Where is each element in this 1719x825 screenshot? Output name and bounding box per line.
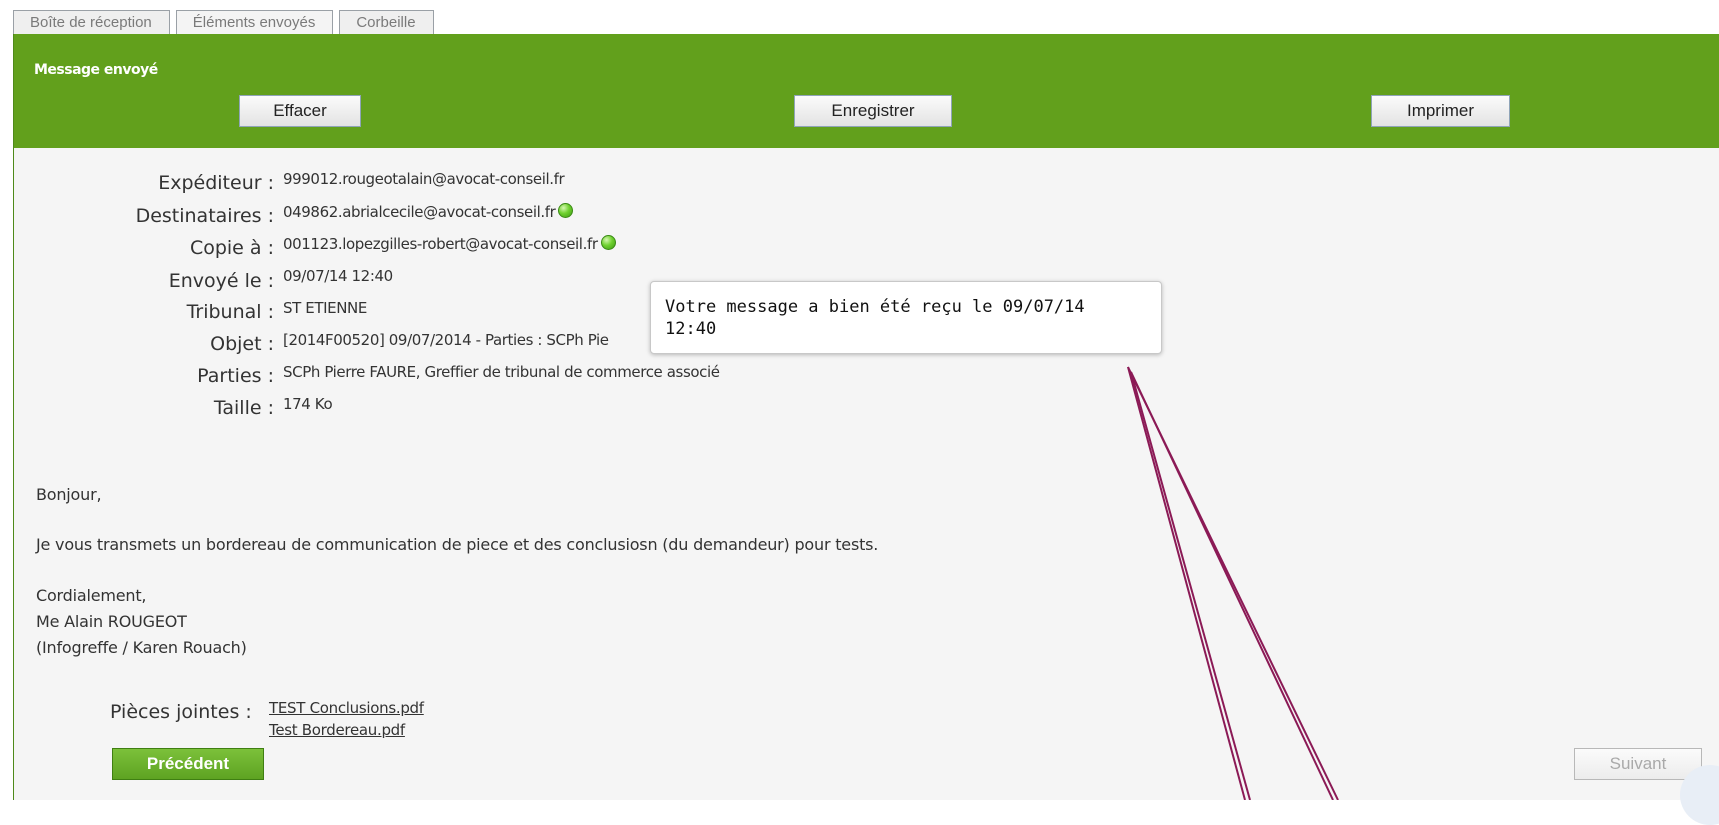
attachments-label: Pièces jointes : [110,701,252,723]
cc-value: 001123.lopezgilles-robert@avocat-conseil… [283,235,598,253]
parties-label: Parties : [197,365,274,387]
sent-label: Envoyé le : [168,270,274,292]
save-button[interactable]: Enregistrer [794,95,952,127]
sender-value: 999012.rougeotalain@avocat-conseil.fr [283,170,565,188]
received-tooltip: Votre message a bien été reçu le 09/07/1… [650,281,1162,354]
received-status-icon[interactable] [600,235,616,250]
body-signature-name: Me Alain ROUGEOT [36,612,187,631]
print-button[interactable]: Imprimer [1371,95,1510,127]
delete-button[interactable]: Effacer [239,95,361,127]
sender-label: Expéditeur : [158,172,274,194]
folder-tabs: Boîte de réception Éléments envoyés Corb… [13,10,434,34]
size-label: Taille : [213,397,274,419]
attachment-link[interactable]: TEST Conclusions.pdf [269,699,424,717]
message-panel: Message envoyé Effacer Enregistrer Impri… [13,34,1719,800]
tab-inbox[interactable]: Boîte de réception [13,10,170,34]
court-label: Tribunal : [186,301,274,323]
body-paragraph: Je vous transmets un bordereau de commun… [36,535,879,554]
court-value: ST ETIENNE [283,299,367,317]
received-status-icon[interactable] [558,203,574,218]
next-button[interactable]: Suivant [1574,748,1702,780]
parties-value: SCPh Pierre FAURE, Greffier de tribunal … [283,363,720,381]
attachment-link[interactable]: Test Bordereau.pdf [269,721,405,739]
message-header: Message envoyé Effacer Enregistrer Impri… [14,34,1719,148]
subject-value: [2014F00520] 09/07/2014 - Parties : SCPh… [283,331,609,349]
recipients-label: Destinataires : [135,205,274,227]
cc-label: Copie à : [189,237,274,259]
page-title: Message envoyé [34,62,158,78]
sent-value: 09/07/14 12:40 [283,267,393,285]
size-value: 174 Ko [283,395,333,413]
cc-row: 001123.lopezgilles-robert@avocat-conseil… [283,235,616,253]
body-signature-org: (Infogreffe / Karen Rouach) [36,638,247,657]
tab-trash[interactable]: Corbeille [339,10,434,34]
body-greeting: Bonjour, [36,485,102,504]
recipients-row: 049862.abrialcecile@avocat-conseil.fr [283,203,574,221]
previous-button[interactable]: Précédent [112,748,264,780]
body-closing: Cordialement, [36,586,147,605]
recipients-value: 049862.abrialcecile@avocat-conseil.fr [283,203,556,221]
subject-label: Objet : [210,333,274,355]
tab-sent[interactable]: Éléments envoyés [175,10,334,34]
